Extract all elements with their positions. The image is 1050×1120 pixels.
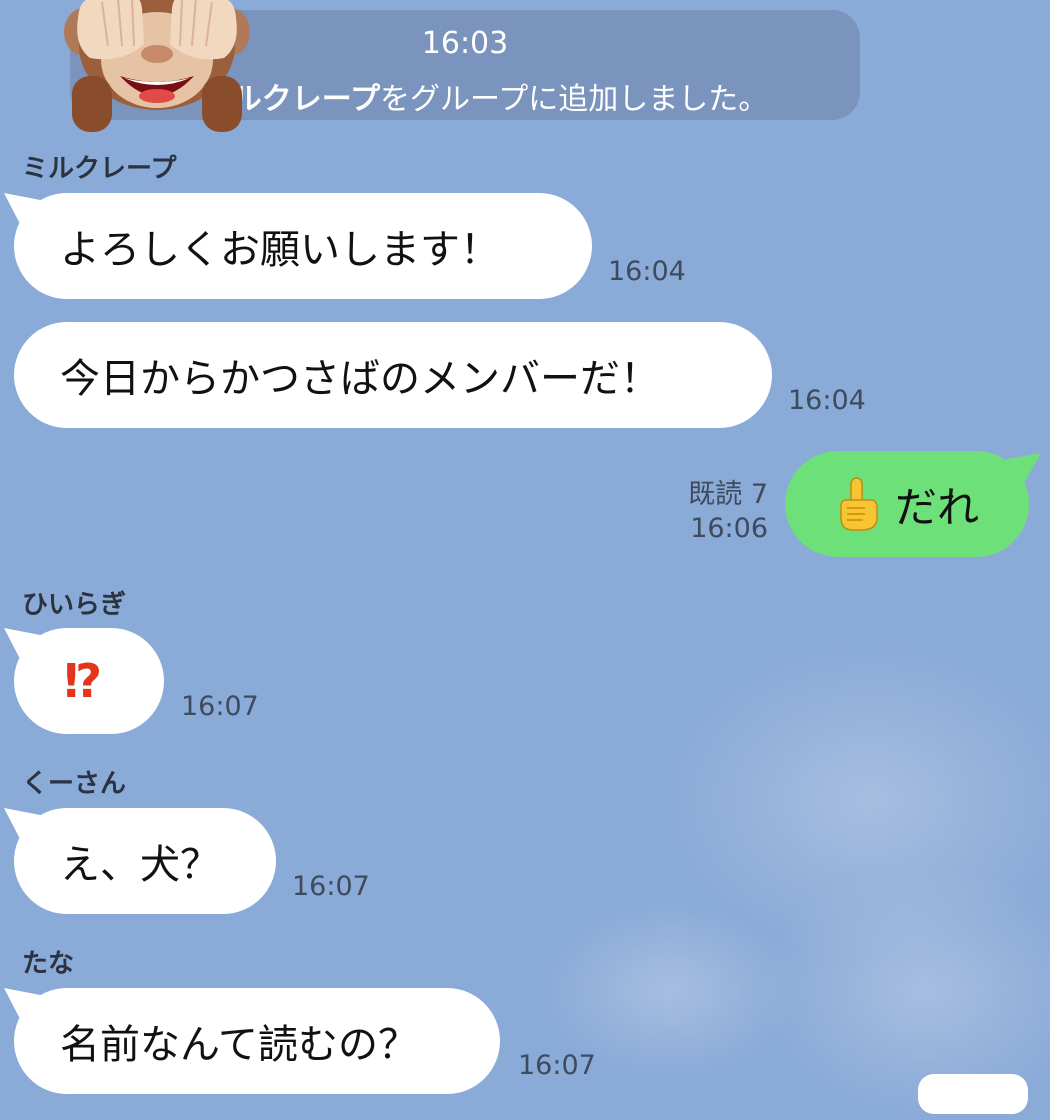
message-text: え、犬？ <box>60 842 220 888</box>
message-bubble[interactable]: 名前なんて読むの？ <box>14 988 500 1094</box>
my-message-text: だれ <box>895 482 980 532</box>
message-text: ⁉ <box>64 654 102 708</box>
sender-name: くーさん <box>22 769 127 799</box>
scroll-to-bottom-button[interactable] <box>918 1074 1028 1114</box>
pointing-up-finger-icon <box>840 477 878 531</box>
message-bubble[interactable]: よろしくお願いします！ <box>14 193 592 299</box>
my-message-bubble[interactable]: だれ <box>785 451 1029 557</box>
message-time: 16:04 <box>788 385 866 416</box>
sender-name: たな <box>22 949 75 979</box>
background-cloud <box>660 640 1050 960</box>
see-no-evil-monkey-icon <box>64 0 250 132</box>
message-time: 16:04 <box>608 256 686 287</box>
sender-name: ミルクレープ <box>22 154 177 184</box>
read-receipt: 既読 7 16:06 <box>686 478 768 546</box>
message-time: 16:06 <box>690 513 768 544</box>
added-member-suffix: をグループに追加しました。 <box>380 82 769 117</box>
sender-name: ひいらぎ <box>22 590 127 620</box>
message-bubble[interactable]: ⁉ <box>14 628 164 734</box>
message-time: 16:07 <box>518 1050 596 1081</box>
message-time: 16:07 <box>181 691 259 722</box>
message-bubble[interactable]: え、犬？ <box>14 808 276 914</box>
message-time: 16:07 <box>292 871 370 902</box>
read-count-label: 既読 7 <box>688 479 768 510</box>
message-bubble[interactable]: 今日からかつさばのメンバーだ！ <box>14 322 772 428</box>
message-text: よろしくお願いします！ <box>60 227 500 273</box>
message-text: 名前なんて読むの？ <box>60 1022 418 1068</box>
message-text: 今日からかつさばのメンバーだ！ <box>60 356 660 402</box>
